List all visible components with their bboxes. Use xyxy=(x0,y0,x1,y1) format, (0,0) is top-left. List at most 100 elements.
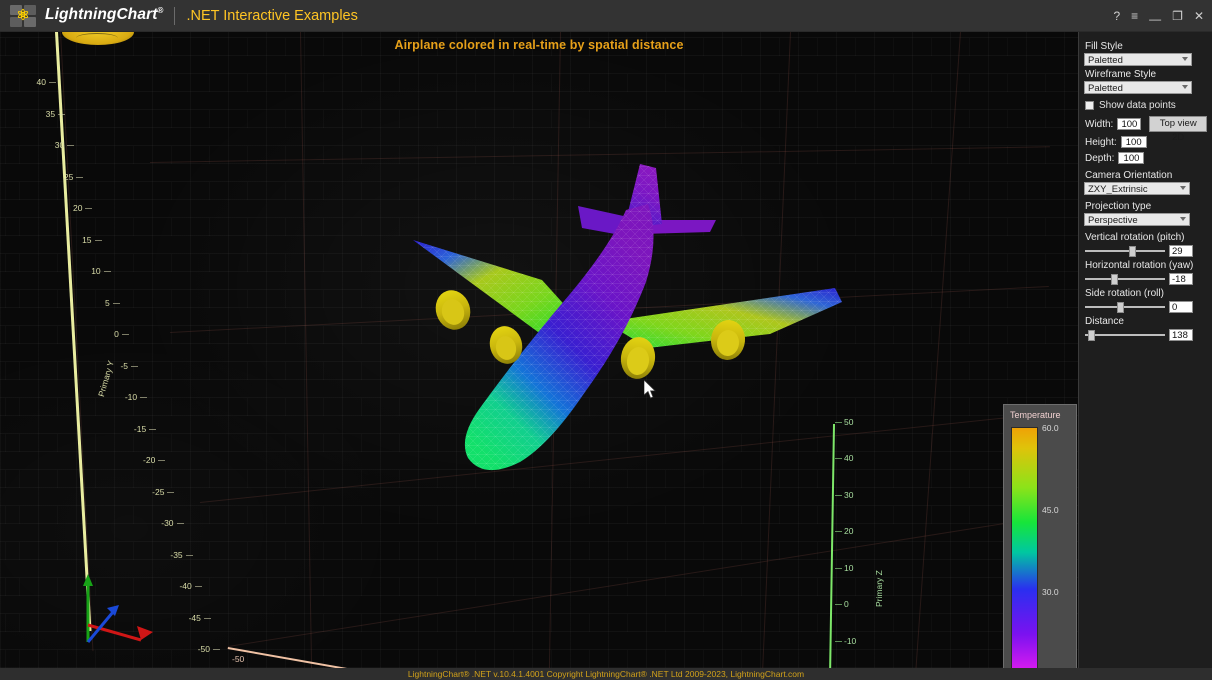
wireframe-style-select[interactable]: Paletted xyxy=(1084,81,1192,94)
y-axis-tick: -15 xyxy=(133,423,147,434)
show-data-points-row[interactable]: Show data points xyxy=(1085,100,1207,111)
y-axis-tick: 25 xyxy=(63,171,74,182)
fill-style-value: Paletted xyxy=(1088,55,1123,66)
camera-orientation-label: Camera Orientation xyxy=(1085,170,1173,181)
camera-orientation-select[interactable]: ZXY_Extrinsic xyxy=(1084,182,1190,195)
distance-value[interactable]: 138 xyxy=(1169,329,1193,341)
roll-slider[interactable] xyxy=(1085,301,1165,313)
y-axis-tick: 5 xyxy=(105,297,110,308)
hamburger-menu-icon[interactable]: ≡ xyxy=(1131,10,1138,22)
legend-title: Temperature xyxy=(1010,410,1061,420)
roll-slider-thumb[interactable] xyxy=(1117,302,1124,313)
y-axis-tick-mark xyxy=(194,586,202,587)
brand-name: LightningChart® xyxy=(45,6,163,24)
airplane-3d-model[interactable] xyxy=(410,162,880,492)
z-axis-tick: 10 xyxy=(844,562,854,573)
fill-style-label: Fill Style xyxy=(1085,41,1123,52)
lightning-bolt-icon: ⚛ xyxy=(16,6,30,24)
y-axis-tick: 20 xyxy=(72,203,83,213)
pitch-slider-thumb[interactable] xyxy=(1129,246,1136,257)
y-axis-tick: 30 xyxy=(54,140,65,150)
pitch-value[interactable]: 29 xyxy=(1169,245,1193,257)
yaw-row: -18 xyxy=(1085,273,1207,285)
projection-type-value: Perspective xyxy=(1088,215,1138,226)
projection-type-label: Projection type xyxy=(1085,201,1152,212)
distance-slider-track xyxy=(1085,334,1165,336)
orientation-gizmo xyxy=(83,562,173,647)
yaw-slider[interactable] xyxy=(1085,273,1165,285)
width-input[interactable]: 100 xyxy=(1117,118,1142,130)
y-axis-tick-mark xyxy=(58,113,66,115)
temperature-legend[interactable]: Temperature 60.0 45.0 30.0 15.0 °C xyxy=(1003,404,1077,668)
depth-input[interactable]: 100 xyxy=(1118,152,1145,164)
pitch-row: 29 xyxy=(1085,245,1207,257)
show-data-points-checkbox[interactable] xyxy=(1085,101,1094,110)
height-input[interactable]: 100 xyxy=(1120,136,1147,148)
y-axis-tick-mark xyxy=(49,82,56,83)
window-subtitle: .NET Interactive Examples xyxy=(186,7,358,24)
yaw-value[interactable]: -18 xyxy=(1169,273,1193,285)
brand-registered-mark: ® xyxy=(157,6,164,16)
roll-row: 0 xyxy=(1085,301,1207,313)
help-icon[interactable]: ? xyxy=(1113,10,1120,22)
y-axis-tick-mark xyxy=(158,460,166,461)
y-axis-tick-mark xyxy=(203,617,211,619)
y-axis-tick: 10 xyxy=(91,266,101,276)
depth-label: Depth: xyxy=(1085,152,1115,164)
title-divider xyxy=(174,6,176,25)
distance-slider-thumb[interactable] xyxy=(1088,330,1095,341)
y-axis-tick-mark xyxy=(185,554,193,556)
y-axis-tick-mark xyxy=(112,302,120,304)
projection-type-select[interactable]: Perspective xyxy=(1084,213,1190,226)
height-label: Height: xyxy=(1085,136,1117,148)
application-window: ⚛ LightningChart® .NET Interactive Examp… xyxy=(0,0,1212,680)
legend-tick: 30.0 xyxy=(1042,587,1059,597)
x-axis-tick: -50 xyxy=(232,654,245,664)
z-axis-tick: 20 xyxy=(844,526,854,537)
y-axis-tick-mark xyxy=(140,397,148,398)
roll-value[interactable]: 0 xyxy=(1169,301,1193,313)
camera-orientation-value: ZXY_Extrinsic xyxy=(1088,184,1148,195)
y-axis-tick: 15 xyxy=(82,234,92,245)
color-gradient-bar[interactable] xyxy=(1011,427,1038,668)
y-axis-tick-mark xyxy=(94,239,102,241)
title-bar: ⚛ LightningChart® .NET Interactive Examp… xyxy=(0,0,1212,32)
footer-copyright: LightningChart® .NET v.10.4.1.4001 Copyr… xyxy=(0,668,1212,680)
y-axis-tick-mark xyxy=(67,145,75,146)
y-axis-tick-mark xyxy=(176,523,184,524)
y-axis-tick: -40 xyxy=(179,581,192,591)
y-axis-tick: -50 xyxy=(197,644,210,654)
z-axis-tick-mark xyxy=(835,640,842,642)
close-icon[interactable]: ✕ xyxy=(1194,10,1204,22)
roll-label: Side rotation (roll) xyxy=(1085,288,1164,299)
distance-slider[interactable] xyxy=(1085,329,1165,341)
mouse-cursor xyxy=(643,379,658,400)
y-axis-tick-mark xyxy=(76,176,84,178)
settings-panel: Fill Style Paletted Wireframe Style Pale… xyxy=(1078,32,1212,668)
fill-style-select[interactable]: Paletted xyxy=(1084,53,1192,66)
y-axis-tick: -10 xyxy=(124,392,138,402)
maximize-restore-icon[interactable]: ❐ xyxy=(1172,10,1183,22)
pitch-slider[interactable] xyxy=(1085,245,1165,257)
y-axis-tick-mark xyxy=(213,649,220,650)
y-axis-tick-mark xyxy=(149,428,157,430)
yaw-label: Horizontal rotation (yaw) xyxy=(1085,260,1194,271)
y-axis-tick: 35 xyxy=(45,108,56,119)
chevron-down-icon xyxy=(1182,57,1188,61)
window-controls: ? ≡ — ❐ ✕ xyxy=(1113,10,1204,25)
yaw-slider-thumb[interactable] xyxy=(1111,274,1118,285)
y-axis-tick-mark xyxy=(167,491,175,493)
top-view-2d-button[interactable]: Top view 2D xyxy=(1149,116,1207,143)
y-axis-tick: -25 xyxy=(152,486,165,497)
y-axis-tick-mark xyxy=(121,334,129,335)
z-axis-tick: 0 xyxy=(844,599,849,610)
distance-row: 138 xyxy=(1085,329,1207,341)
minimize-icon[interactable]: — xyxy=(1149,13,1161,25)
y-axis-tick-mark xyxy=(85,208,93,209)
wireframe-style-label: Wireframe Style xyxy=(1085,69,1157,80)
wireframe-style-value: Paletted xyxy=(1088,83,1123,94)
y-axis-tick-mark xyxy=(131,365,138,367)
chart-3d-viewport[interactable]: Airplane colored in real-time by spatial… xyxy=(0,32,1078,668)
chart-title: Airplane colored in real-time by spatial… xyxy=(394,38,684,52)
z-axis-tick-mark xyxy=(835,604,842,606)
